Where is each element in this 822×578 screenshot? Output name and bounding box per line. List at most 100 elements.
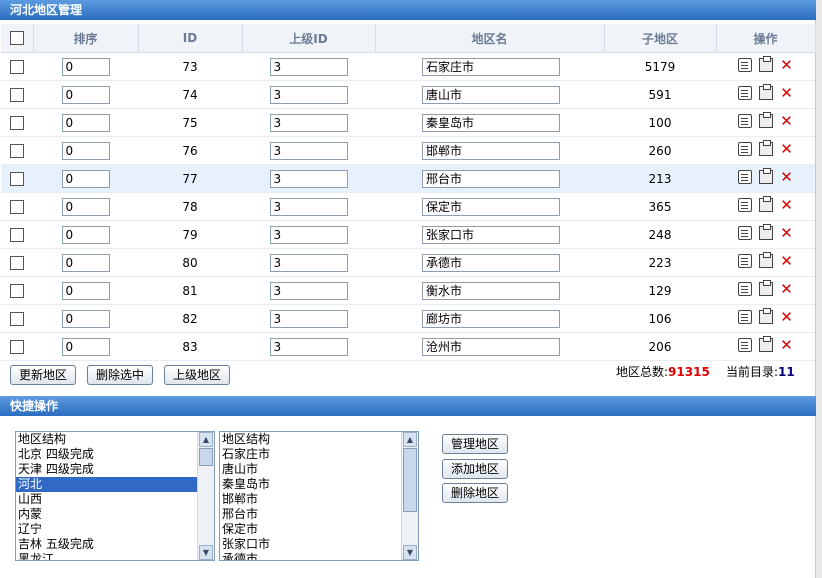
clipboard-icon[interactable]: [758, 280, 773, 296]
col-header-order[interactable]: 排序: [33, 24, 139, 53]
parent-id-input[interactable]: [269, 309, 348, 328]
parent-id-input[interactable]: [269, 253, 348, 272]
row-checkbox[interactable]: [10, 171, 24, 186]
delete-region-button[interactable]: 删除地区: [442, 483, 508, 503]
parent-id-input[interactable]: [269, 337, 348, 356]
parent-id-input[interactable]: [269, 225, 348, 244]
scroll-up-arrow-icon[interactable]: ▲: [403, 432, 417, 447]
row-checkbox[interactable]: [10, 255, 24, 270]
edit-icon[interactable]: [737, 226, 752, 240]
edit-icon[interactable]: [737, 310, 752, 324]
order-input[interactable]: [61, 141, 110, 160]
row-checkbox[interactable]: [10, 199, 24, 214]
order-input[interactable]: [61, 281, 110, 300]
order-input[interactable]: [61, 197, 110, 216]
parent-id-input[interactable]: [269, 85, 348, 104]
city-listbox-scrollbar[interactable]: ▲ ▼: [401, 432, 418, 560]
parent-id-input[interactable]: [269, 57, 348, 76]
edit-icon[interactable]: [737, 198, 752, 212]
list-item[interactable]: 吉林 五级完成: [16, 537, 214, 552]
region-name-input[interactable]: [422, 113, 560, 132]
delete-icon[interactable]: ✕: [780, 198, 794, 213]
delete-icon[interactable]: ✕: [780, 114, 794, 129]
update-region-button[interactable]: 更新地区: [10, 365, 76, 385]
delete-icon[interactable]: ✕: [780, 58, 794, 73]
delete-icon[interactable]: ✕: [780, 282, 794, 297]
delete-icon[interactable]: ✕: [780, 338, 794, 353]
scroll-down-arrow-icon[interactable]: ▼: [199, 545, 213, 560]
clipboard-icon[interactable]: [758, 112, 773, 128]
list-item[interactable]: 内蒙: [16, 507, 214, 522]
list-item[interactable]: 保定市: [220, 522, 418, 537]
clipboard-icon[interactable]: [758, 84, 773, 100]
parent-id-input[interactable]: [269, 113, 348, 132]
region-name-input[interactable]: [422, 225, 560, 244]
delete-icon[interactable]: ✕: [780, 310, 794, 325]
col-header-name[interactable]: 地区名: [375, 24, 605, 53]
province-listbox-scrollbar[interactable]: ▲ ▼: [197, 432, 214, 560]
clipboard-icon[interactable]: [758, 56, 773, 72]
row-checkbox[interactable]: [10, 143, 24, 158]
clipboard-icon[interactable]: [758, 140, 773, 156]
region-name-input[interactable]: [422, 309, 560, 328]
row-checkbox[interactable]: [10, 115, 24, 130]
scroll-thumb[interactable]: [199, 448, 213, 466]
delete-icon[interactable]: ✕: [780, 226, 794, 241]
region-name-input[interactable]: [422, 57, 560, 76]
clipboard-icon[interactable]: [758, 168, 773, 184]
delete-icon[interactable]: ✕: [780, 170, 794, 185]
page-scrollbar[interactable]: [815, 0, 822, 578]
list-item[interactable]: 地区结构: [16, 432, 214, 447]
parent-id-input[interactable]: [269, 197, 348, 216]
region-name-input[interactable]: [422, 85, 560, 104]
region-name-input[interactable]: [422, 281, 560, 300]
scroll-up-arrow-icon[interactable]: ▲: [199, 432, 213, 447]
list-item[interactable]: 天津 四级完成: [16, 462, 214, 477]
list-item[interactable]: 河北: [16, 477, 214, 492]
col-header-id[interactable]: ID: [138, 24, 243, 53]
clipboard-icon[interactable]: [758, 308, 773, 324]
edit-icon[interactable]: [737, 114, 752, 128]
row-checkbox[interactable]: [10, 283, 24, 298]
region-name-input[interactable]: [422, 169, 560, 188]
edit-icon[interactable]: [737, 58, 752, 72]
parent-region-button[interactable]: 上级地区: [164, 365, 230, 385]
parent-id-input[interactable]: [269, 141, 348, 160]
scroll-down-arrow-icon[interactable]: ▼: [403, 545, 417, 560]
list-item[interactable]: 张家口市: [220, 537, 418, 552]
list-item[interactable]: 秦皇岛市: [220, 477, 418, 492]
scroll-thumb[interactable]: [403, 448, 417, 512]
order-input[interactable]: [61, 337, 110, 356]
list-item[interactable]: 承德市: [220, 552, 418, 560]
order-input[interactable]: [61, 309, 110, 328]
delete-icon[interactable]: ✕: [780, 86, 794, 101]
list-item[interactable]: 邯郸市: [220, 492, 418, 507]
parent-id-input[interactable]: [269, 281, 348, 300]
list-item[interactable]: 黑龙江: [16, 552, 214, 560]
list-item[interactable]: 邢台市: [220, 507, 418, 522]
order-input[interactable]: [61, 169, 110, 188]
order-input[interactable]: [61, 225, 110, 244]
edit-icon[interactable]: [737, 170, 752, 184]
list-item[interactable]: 地区结构: [220, 432, 418, 447]
col-header-children[interactable]: 子地区: [604, 24, 717, 53]
list-item[interactable]: 山西: [16, 492, 214, 507]
list-item[interactable]: 石家庄市: [220, 447, 418, 462]
list-item[interactable]: 辽宁: [16, 522, 214, 537]
parent-id-input[interactable]: [269, 169, 348, 188]
order-input[interactable]: [61, 57, 110, 76]
order-input[interactable]: [61, 85, 110, 104]
list-item[interactable]: 北京 四级完成: [16, 447, 214, 462]
row-checkbox[interactable]: [10, 227, 24, 242]
edit-icon[interactable]: [737, 338, 752, 352]
region-name-input[interactable]: [422, 197, 560, 216]
add-region-button[interactable]: 添加地区: [442, 459, 508, 479]
edit-icon[interactable]: [737, 142, 752, 156]
clipboard-icon[interactable]: [758, 224, 773, 240]
row-checkbox[interactable]: [10, 87, 24, 102]
region-name-input[interactable]: [422, 253, 560, 272]
delete-icon[interactable]: ✕: [780, 254, 794, 269]
city-listbox[interactable]: 地区结构 石家庄市 唐山市 秦皇岛市 邯郸市 邢台市 保定市 张家口市 承德市 ▲ ▼: [219, 431, 419, 561]
delete-selected-button[interactable]: 删除选中: [87, 365, 153, 385]
clipboard-icon[interactable]: [758, 336, 773, 352]
